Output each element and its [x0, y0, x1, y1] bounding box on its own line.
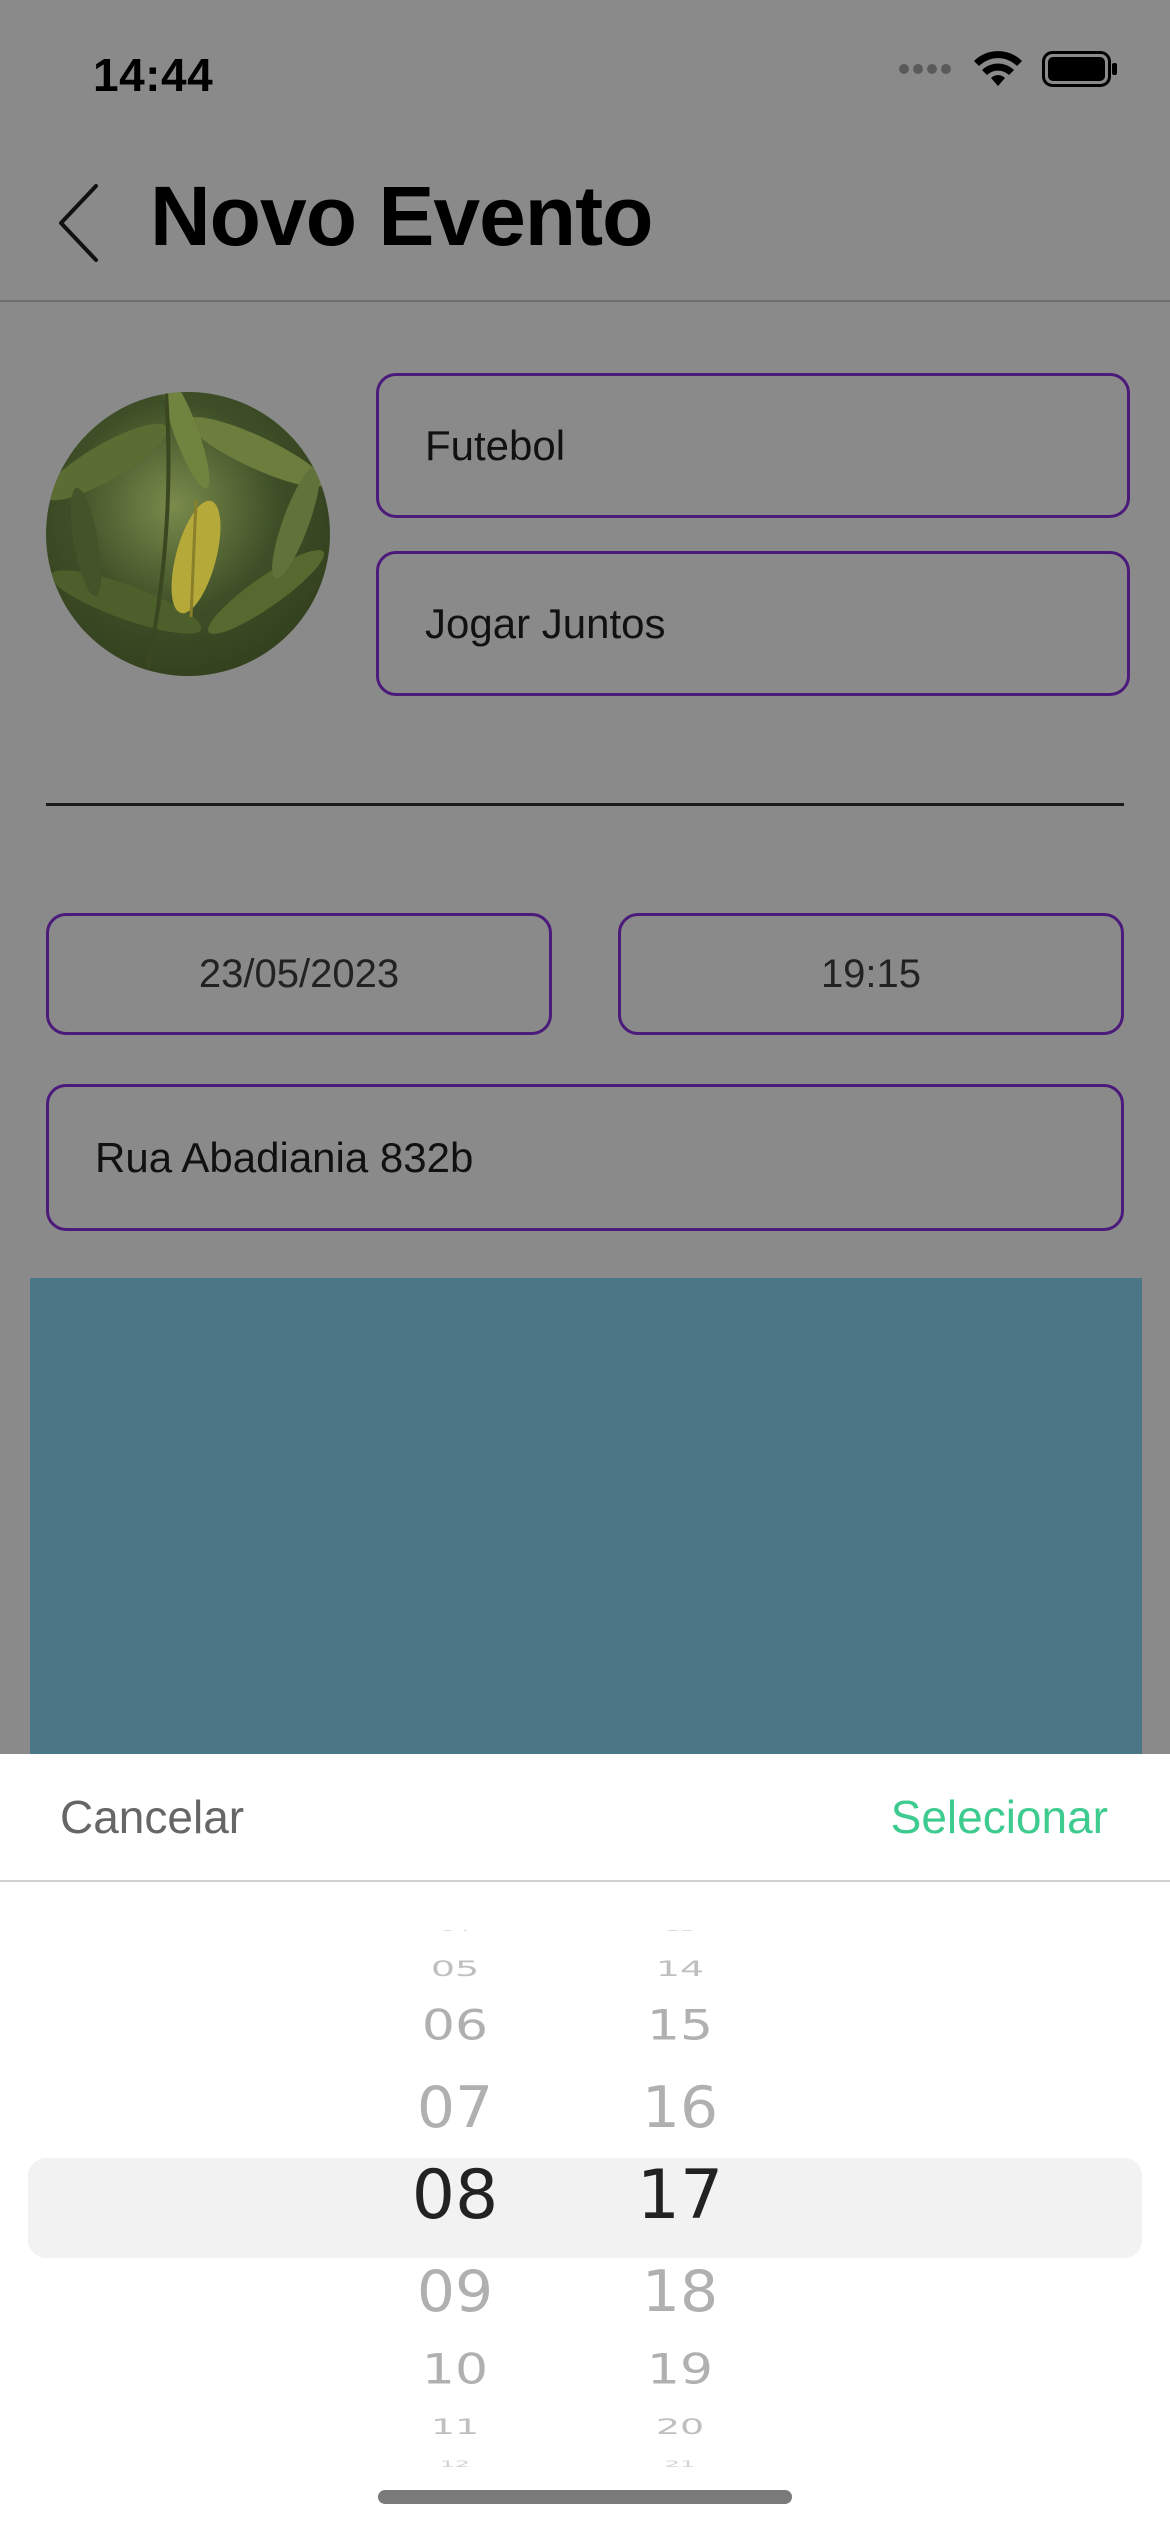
nav-divider — [0, 300, 1170, 302]
section-divider — [46, 803, 1124, 806]
back-button[interactable] — [48, 180, 108, 270]
wifi-icon — [972, 50, 1024, 93]
hour-item[interactable]: 12 — [375, 2460, 535, 2468]
cancel-button[interactable]: Cancelar — [60, 1790, 244, 1844]
hour-wheel[interactable]: 04 05 06 07 08 09 10 11 12 — [375, 1930, 535, 2470]
signal-dots-icon — [898, 62, 954, 81]
status-time: 14:44 — [93, 49, 214, 101]
hour-item[interactable]: 04 — [375, 1930, 535, 1932]
minute-item[interactable]: 18 — [600, 2264, 760, 2321]
date-field[interactable]: 23/05/2023 — [46, 913, 552, 1035]
hour-selected-item[interactable]: 08 — [375, 2162, 535, 2230]
minute-wheel[interactable]: 13 14 15 16 17 18 19 20 21 — [600, 1930, 760, 2470]
chevron-left-icon — [56, 183, 100, 268]
hour-item[interactable]: 10 — [375, 2349, 535, 2391]
sheet-divider — [0, 1880, 1170, 1882]
event-name-value: Futebol — [425, 421, 566, 469]
select-button[interactable]: Selecionar — [891, 1790, 1108, 1844]
minute-item[interactable]: 21 — [600, 2460, 760, 2468]
page-title: Novo Evento — [150, 169, 653, 263]
date-value: 23/05/2023 — [198, 951, 400, 996]
map-area[interactable] — [30, 1278, 1142, 1758]
address-field[interactable]: Rua Abadiania 832b — [46, 1084, 1124, 1231]
hour-item[interactable]: 06 — [375, 2005, 535, 2047]
minute-item[interactable]: 13 — [600, 1930, 760, 1932]
hour-item[interactable]: 05 — [375, 1959, 535, 1980]
time-picker-sheet — [0, 1754, 1170, 2532]
hour-item[interactable]: 09 — [375, 2264, 535, 2321]
picker-selection-highlight — [28, 2158, 1142, 2258]
time-value: 19:15 — [820, 951, 922, 996]
hour-item[interactable]: 11 — [375, 2417, 535, 2438]
minute-item[interactable]: 14 — [600, 1959, 760, 1980]
minute-selected-item[interactable]: 17 — [600, 2162, 760, 2230]
minute-item[interactable]: 20 — [600, 2417, 760, 2438]
event-description-value: Jogar Juntos — [425, 599, 666, 647]
minute-item[interactable]: 16 — [600, 2080, 760, 2137]
time-field[interactable]: 19:15 — [618, 913, 1124, 1035]
address-value: Rua Abadiania 832b — [95, 1133, 474, 1181]
battery-icon — [1042, 51, 1118, 92]
home-indicator — [378, 2490, 792, 2504]
event-description-field[interactable]: Jogar Juntos — [376, 551, 1130, 696]
minute-item[interactable]: 19 — [600, 2349, 760, 2391]
minute-item[interactable]: 15 — [600, 2005, 760, 2047]
hour-item[interactable]: 07 — [375, 2080, 535, 2137]
event-image[interactable] — [46, 392, 330, 676]
event-name-field[interactable]: Futebol — [376, 373, 1130, 518]
status-icons — [898, 50, 1118, 93]
